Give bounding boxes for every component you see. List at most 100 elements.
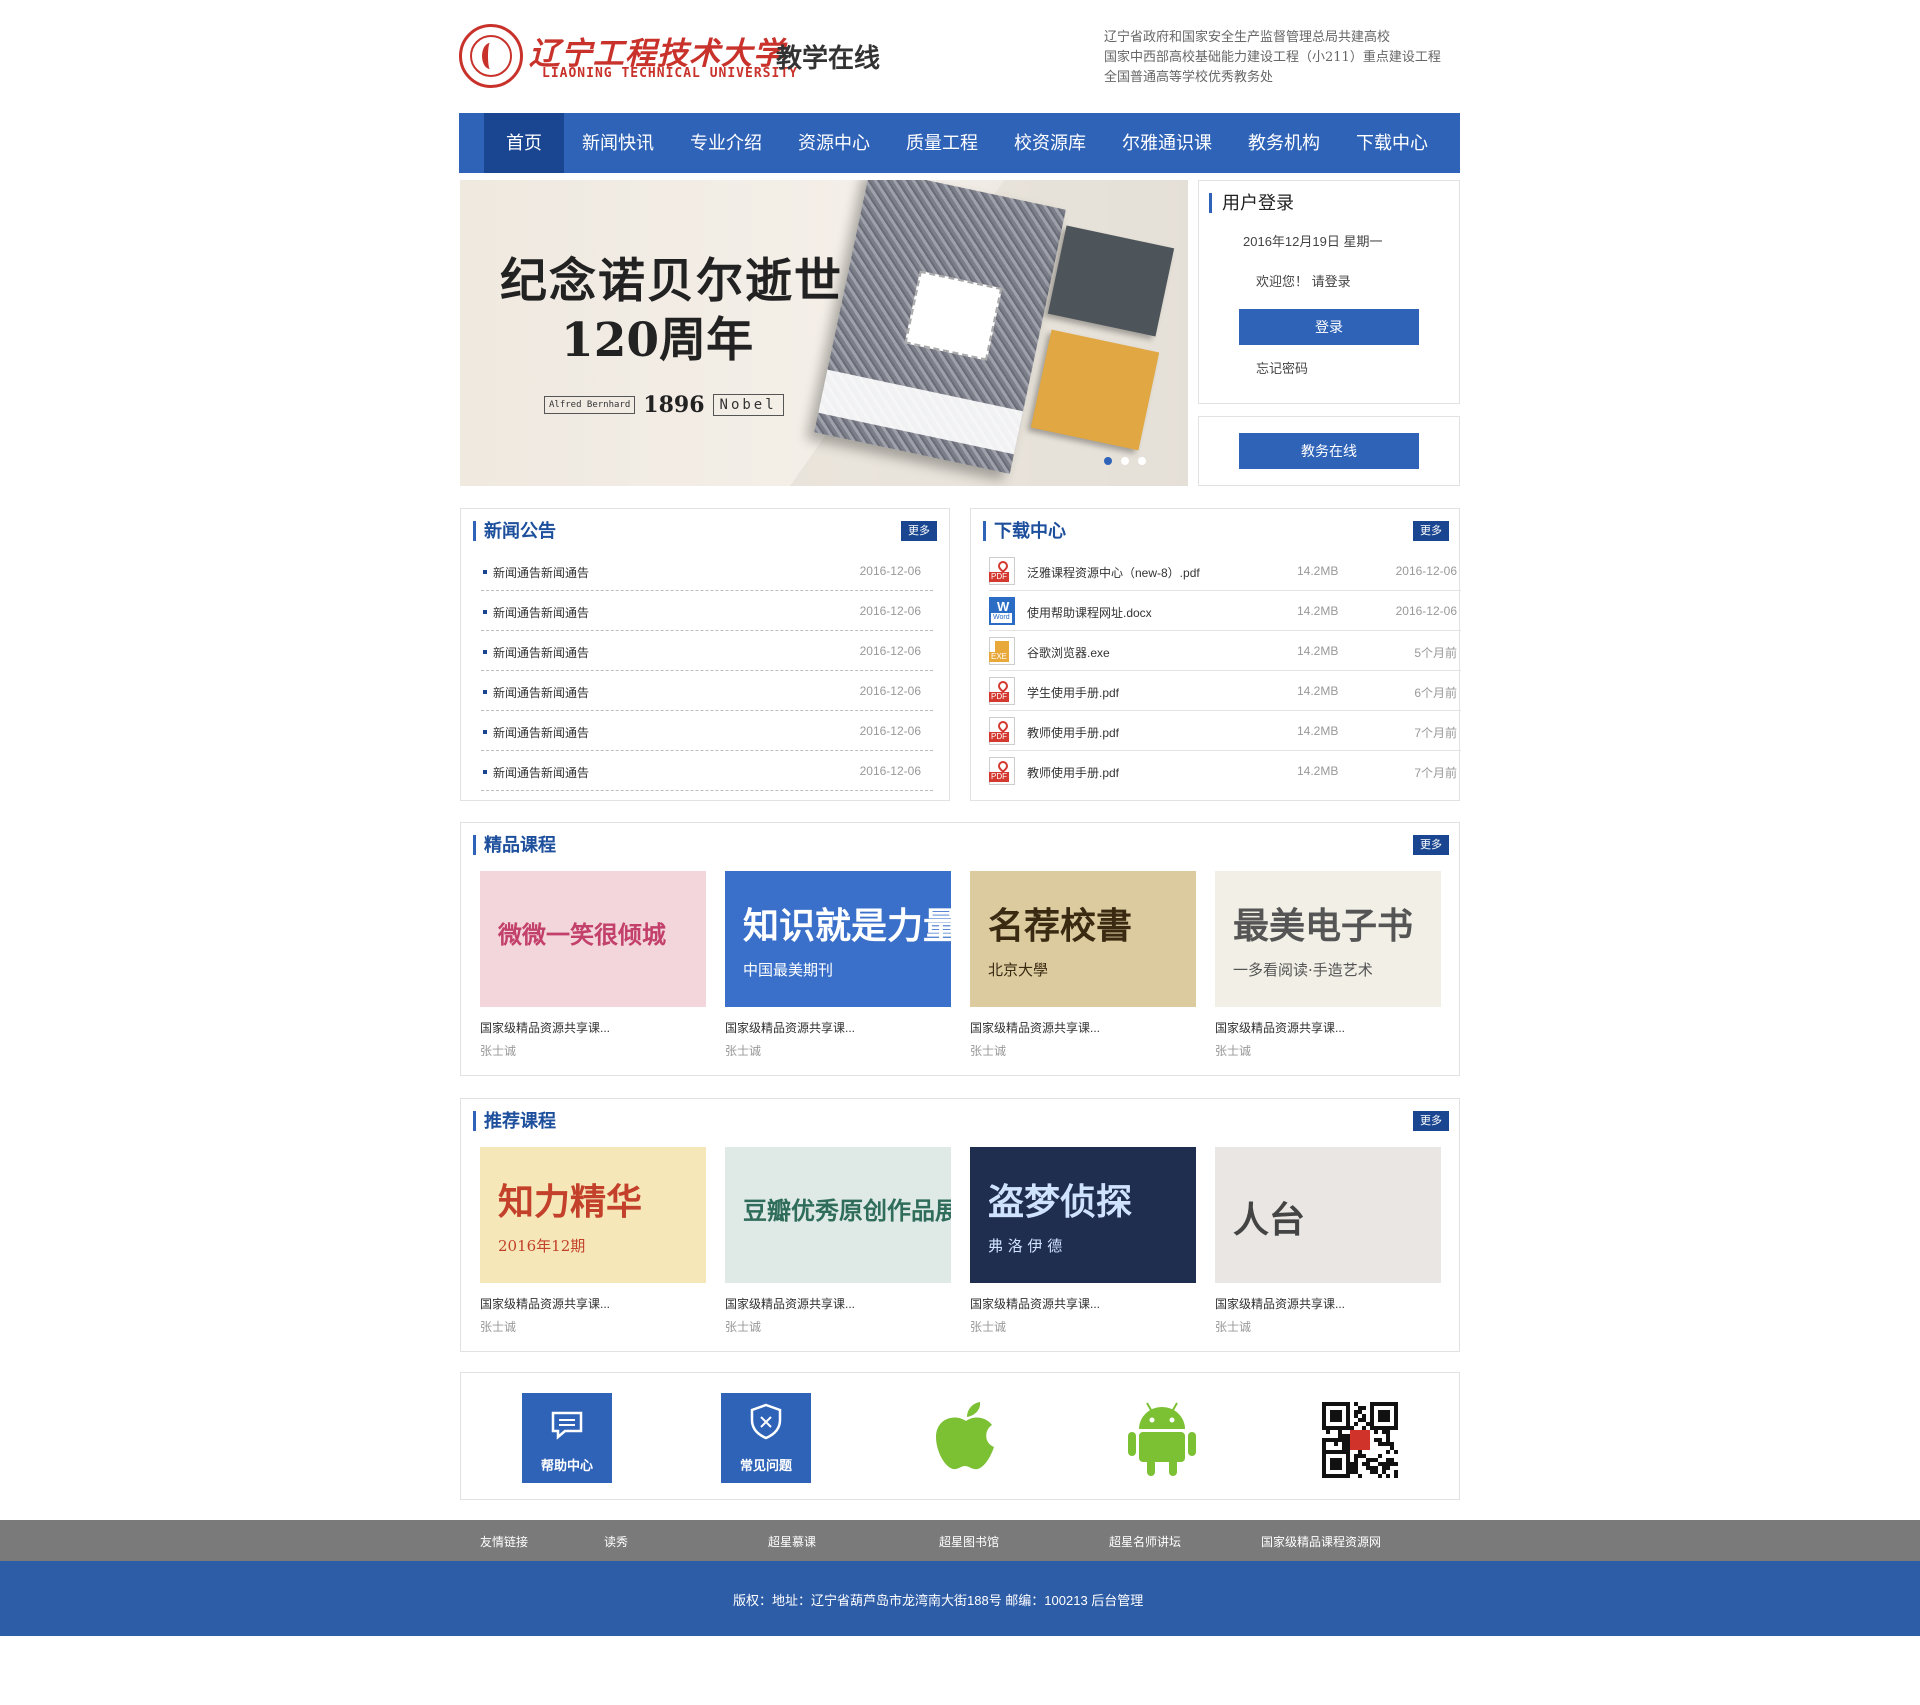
bullet-icon (483, 730, 487, 734)
course-card[interactable]: 豆瓣优秀原创作品展国家级精品资源共享课... 张士诚 (725, 1147, 951, 1335)
course-card[interactable]: 名荐校書 北京大學 国家级精品资源共享课... 张士诚 (970, 871, 1196, 1059)
download-file-name[interactable]: 谷歌浏览器.exe (1027, 644, 1110, 661)
nav-item-downloads[interactable]: 下载中心 (1338, 113, 1446, 173)
news-item[interactable]: 新闻通告新闻通告 2016-12-06 (481, 671, 933, 711)
course-thumbnail-text: 盗梦侦探 (988, 1181, 1133, 1223)
carousel-dot[interactable] (1121, 457, 1129, 465)
course-title[interactable]: 国家级精品资源共享课... (1215, 1019, 1441, 1036)
news-more-button[interactable]: 更多 (901, 521, 937, 541)
nav-item-library[interactable]: 校资源库 (996, 113, 1104, 173)
download-item[interactable]: W Word 使用帮助课程网址.docx 14.2MB 2016-12-06 (989, 591, 1461, 631)
nav-item-office[interactable]: 教务机构 (1230, 113, 1338, 173)
course-card[interactable]: 微微一笑很倾城国家级精品资源共享课... 张士诚 (480, 871, 706, 1059)
news-item-title[interactable]: 新闻通告新闻通告 (493, 604, 589, 621)
news-item[interactable]: 新闻通告新闻通告 2016-12-06 (481, 751, 933, 791)
download-item[interactable]: PDF 教师使用手册.pdf 14.2MB 7个月前 (989, 711, 1461, 751)
news-item-title[interactable]: 新闻通告新闻通告 (493, 644, 589, 661)
course-title[interactable]: 国家级精品资源共享课... (970, 1295, 1196, 1312)
news-item-title[interactable]: 新闻通告新闻通告 (493, 564, 589, 581)
news-item-date: 2016-12-06 (859, 684, 921, 698)
course-thumbnail[interactable]: 豆瓣优秀原创作品展 (725, 1147, 951, 1283)
download-item[interactable]: EXE 谷歌浏览器.exe 14.2MB 5个月前 (989, 631, 1461, 671)
friend-link[interactable]: 读秀 (604, 1533, 628, 1550)
download-file-name[interactable]: 泛雅课程资源中心（new-8）.pdf (1027, 564, 1200, 581)
news-item-title[interactable]: 新闻通告新闻通告 (493, 764, 589, 781)
header-note: 国家中西部高校基础能力建设工程（小211）重点建设工程 (1104, 50, 1441, 65)
news-item-date: 2016-12-06 (859, 764, 921, 778)
login-button[interactable]: 登录 (1239, 309, 1419, 345)
recommended-more-button[interactable]: 更多 (1413, 1111, 1449, 1131)
course-card[interactable]: 人台 国家级精品资源共享课... 张士诚 (1215, 1147, 1441, 1335)
course-thumbnail[interactable]: 人台 (1215, 1147, 1441, 1283)
news-item[interactable]: 新闻通告新闻通告 2016-12-06 (481, 591, 933, 631)
course-title[interactable]: 国家级精品资源共享课... (725, 1019, 951, 1036)
forgot-password-link[interactable]: 忘记密码 (1256, 358, 1308, 377)
news-title: 新闻公告 (473, 521, 556, 541)
course-thumbnail[interactable]: 知识就是力量 中国最美期刊 (725, 871, 951, 1007)
friend-link[interactable]: 国家级精品课程资源网 (1261, 1533, 1381, 1550)
course-card[interactable]: 最美电子书 一多看阅读·手造艺术 国家级精品资源共享课... 张士诚 (1215, 871, 1441, 1059)
download-file-date: 7个月前 (1414, 766, 1457, 780)
course-thumbnail[interactable]: 盗梦侦探弗 洛 伊 德 (970, 1147, 1196, 1283)
course-card[interactable]: 知识就是力量 中国最美期刊 国家级精品资源共享课... 张士诚 (725, 871, 951, 1059)
download-file-name[interactable]: 教师使用手册.pdf (1027, 764, 1119, 781)
course-thumbnail[interactable]: 知力精华 2016年12期 (480, 1147, 706, 1283)
download-file-name[interactable]: 使用帮助课程网址.docx (1027, 604, 1152, 621)
nav-item-majors[interactable]: 专业介绍 (672, 113, 780, 173)
course-title[interactable]: 国家级精品资源共享课... (1215, 1295, 1441, 1312)
download-file-name[interactable]: 学生使用手册.pdf (1027, 684, 1119, 701)
news-item-date: 2016-12-06 (859, 604, 921, 618)
friend-link[interactable]: 超星名师讲坛 (1109, 1533, 1181, 1550)
course-thumbnail-text: 名荐校書 (988, 905, 1133, 947)
university-emblem-logo[interactable] (459, 24, 523, 88)
friend-link[interactable]: 超星慕课 (768, 1533, 816, 1550)
office-online-button[interactable]: 教务在线 (1239, 433, 1419, 469)
course-author: 张士诚 (725, 1320, 762, 1334)
nav-item-quality[interactable]: 质量工程 (888, 113, 996, 173)
course-title[interactable]: 国家级精品资源共享课... (725, 1295, 951, 1312)
news-item[interactable]: 新闻通告新闻通告 2016-12-06 (481, 631, 933, 671)
downloads-more-button[interactable]: 更多 (1413, 521, 1449, 541)
android-icon[interactable] (1127, 1401, 1197, 1479)
file-type-tag: EXE (989, 652, 1010, 662)
news-item-title[interactable]: 新闻通告新闻通告 (493, 684, 589, 701)
faq-tile[interactable]: 常见问题 (721, 1393, 811, 1483)
course-thumbnail[interactable]: 名荐校書 北京大學 (970, 871, 1196, 1007)
course-author: 张士诚 (480, 1044, 517, 1058)
downloads-panel: 下载中心 更多 PDF 泛雅课程资源中心（new-8）.pdf 14.2MB 2016… (970, 508, 1461, 801)
login-date: 2016年12月19日 星期一 (1243, 234, 1383, 249)
course-thumbnail-text: 微微一笑很倾城 (498, 920, 666, 949)
quick-access-panel: 帮助中心 常见问题 (460, 1372, 1460, 1500)
nav-item-news[interactable]: 新闻快讯 (564, 113, 672, 173)
course-card[interactable]: 盗梦侦探弗 洛 伊 德国家级精品资源共享课... 张士诚 (970, 1147, 1196, 1335)
help-center-tile[interactable]: 帮助中心 (522, 1393, 612, 1483)
download-item[interactable]: PDF 学生使用手册.pdf 14.2MB 6个月前 (989, 671, 1461, 711)
nav-item-erya[interactable]: 尔雅通识课 (1104, 113, 1230, 173)
download-item[interactable]: PDF 泛雅课程资源中心（new-8）.pdf 14.2MB 2016-12-06 (989, 551, 1461, 591)
carousel-dot[interactable] (1104, 457, 1112, 465)
office-panel: 教务在线 (1198, 416, 1460, 486)
apple-icon[interactable] (931, 1399, 1001, 1479)
course-title[interactable]: 国家级精品资源共享课... (970, 1019, 1196, 1036)
download-file-date: 2016-12-06 (1395, 604, 1457, 618)
bullet-icon (483, 770, 487, 774)
download-file-name[interactable]: 教师使用手册.pdf (1027, 724, 1119, 741)
featured-more-button[interactable]: 更多 (1413, 835, 1449, 855)
course-card[interactable]: 知力精华 2016年12期 国家级精品资源共享课... 张士诚 (480, 1147, 706, 1335)
hero-banner[interactable]: 纪念诺贝尔逝世 120周年 Alfred Bernhard 1896 Nobel (460, 180, 1188, 486)
bullet-icon (483, 570, 487, 574)
news-item-title[interactable]: 新闻通告新闻通告 (493, 724, 589, 741)
news-item[interactable]: 新闻通告新闻通告 2016-12-06 (481, 551, 933, 591)
course-title[interactable]: 国家级精品资源共享课... (480, 1295, 706, 1312)
news-item[interactable]: 新闻通告新闻通告 2016-12-06 (481, 711, 933, 751)
pdf-file-icon: PDF (989, 717, 1015, 745)
download-item[interactable]: PDF 教师使用手册.pdf 14.2MB 7个月前 (989, 751, 1461, 791)
nav-item-resources[interactable]: 资源中心 (780, 113, 888, 173)
bullet-icon (483, 650, 487, 654)
nav-item-home[interactable]: 首页 (484, 113, 564, 173)
course-title[interactable]: 国家级精品资源共享课... (480, 1019, 706, 1036)
friend-link[interactable]: 超星图书馆 (939, 1533, 999, 1550)
course-thumbnail[interactable]: 最美电子书 一多看阅读·手造艺术 (1215, 871, 1441, 1007)
course-thumbnail[interactable]: 微微一笑很倾城 (480, 871, 706, 1007)
carousel-dot[interactable] (1138, 457, 1146, 465)
